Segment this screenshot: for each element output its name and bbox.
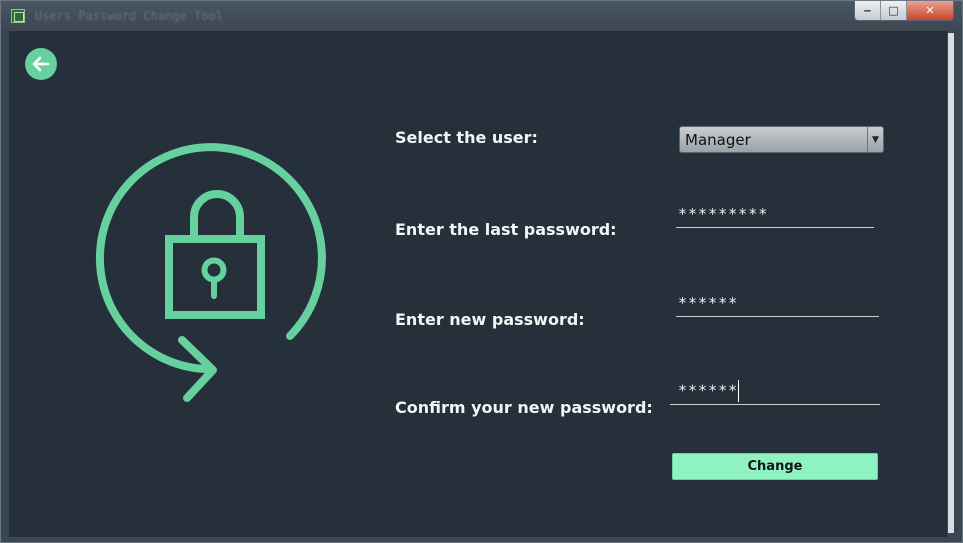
app-window: Users Password Change Tool ‒ □ ✕ Select …: [0, 0, 963, 543]
scrollbar-thumb[interactable]: [948, 33, 954, 533]
app-icon: [11, 9, 25, 23]
window-title: Users Password Change Tool: [35, 9, 223, 23]
back-button[interactable]: [25, 48, 57, 80]
new-password-field[interactable]: ******: [676, 291, 879, 317]
new-password-value: ******: [678, 294, 739, 312]
confirm-password-value: ******: [678, 381, 739, 400]
user-select-value: Manager: [685, 131, 751, 149]
arrow-left-icon: [32, 56, 50, 72]
chevron-down-icon[interactable]: ▼: [867, 127, 883, 152]
maximize-button[interactable]: □: [881, 1, 907, 20]
text-caret: [738, 380, 740, 402]
lock-refresh-icon: [95, 143, 326, 402]
window-controls: ‒ □ ✕: [854, 1, 954, 21]
change-button[interactable]: Change: [672, 453, 878, 480]
main-panel: Select the user: Manager ▼ Enter the las…: [9, 31, 955, 537]
last-password-label: Enter the last password:: [395, 220, 617, 239]
user-select[interactable]: Manager ▼: [679, 126, 884, 153]
vertical-scrollbar[interactable]: [947, 31, 955, 537]
last-password-field[interactable]: *********: [676, 202, 874, 228]
title-bar[interactable]: Users Password Change Tool ‒ □ ✕: [1, 1, 962, 31]
close-button[interactable]: ✕: [907, 1, 953, 20]
minimize-button[interactable]: ‒: [855, 1, 881, 20]
confirm-password-label: Confirm your new password:: [395, 398, 653, 417]
confirm-password-field[interactable]: ******: [670, 379, 880, 405]
select-user-label: Select the user:: [395, 128, 538, 147]
new-password-label: Enter new password:: [395, 310, 585, 329]
last-password-value: *********: [678, 205, 769, 223]
